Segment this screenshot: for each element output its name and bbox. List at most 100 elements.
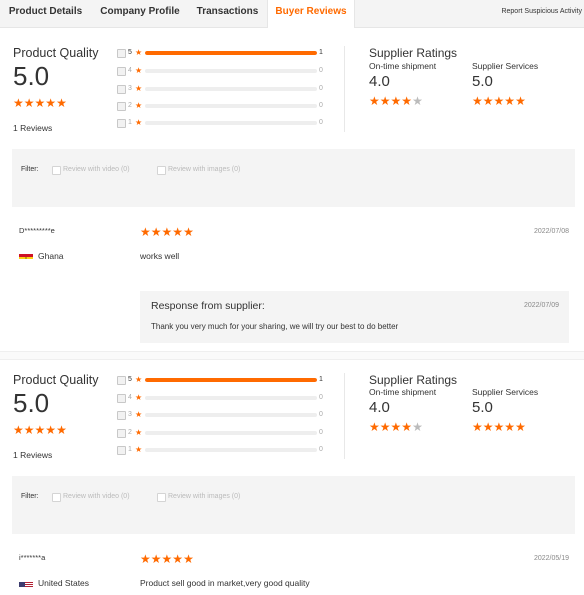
tab-product-details[interactable]: Product Details	[0, 0, 91, 27]
rating-filter-5-star[interactable]: 5 ★ 1	[117, 375, 327, 385]
star-filled-icon: ★	[472, 94, 483, 108]
review-with-video-label[interactable]: Review with video (0)	[63, 166, 130, 173]
star-icon: ★	[135, 428, 143, 437]
reviews-count: 1 Reviews	[13, 450, 53, 460]
star-filled-icon: ★	[13, 96, 24, 110]
review-with-images-label[interactable]: Review with images (0)	[168, 493, 240, 500]
star-level-label: 5	[128, 376, 132, 383]
rating-bar-track	[145, 121, 317, 125]
star-filled-icon: ★	[150, 552, 162, 566]
on-time-shipment-stars: ★★★★★	[369, 420, 423, 434]
review-with-video-checkbox[interactable]	[52, 166, 61, 175]
supplier-services-score: 5.0	[472, 399, 493, 416]
star-filled-icon: ★	[482, 94, 494, 108]
rating-bar-track	[145, 87, 317, 91]
supplier-response: Response from supplier: 2022/07/09 Thank…	[140, 291, 569, 343]
review-with-video-checkbox[interactable]	[52, 493, 61, 502]
product-quality-stars: ★★★★★	[13, 96, 67, 110]
star-filled-icon: ★	[379, 94, 391, 108]
star-icon: ★	[135, 375, 143, 384]
rating-filter-4-star[interactable]: 4 ★ 0	[117, 66, 327, 76]
rating-checkbox[interactable]	[117, 411, 126, 420]
on-time-shipment-label: On-time shipment	[369, 387, 437, 397]
supplier-services-stars: ★★★★★	[472, 94, 526, 108]
star-filled-icon: ★	[161, 552, 173, 566]
star-filled-icon: ★	[13, 423, 24, 437]
review-text: works well	[140, 251, 180, 261]
rating-filter-3-star[interactable]: 3 ★ 0	[117, 84, 327, 94]
rating-bar-track	[145, 448, 317, 452]
rating-filter-5-star[interactable]: 5 ★ 1	[117, 48, 327, 58]
star-filled-icon: ★	[369, 94, 380, 108]
reviewer-country: United States	[38, 578, 90, 588]
supplier-services-label: Supplier Services	[472, 387, 539, 397]
star-level-label: 4	[128, 67, 132, 74]
star-level-label: 1	[128, 119, 132, 126]
star-level-label: 5	[128, 49, 132, 56]
tab-bar: Product Details Company Profile Transact…	[0, 0, 584, 28]
rating-checkbox[interactable]	[117, 119, 126, 128]
rating-filter-3-star[interactable]: 3 ★ 0	[117, 410, 327, 420]
rating-bar-track	[145, 413, 317, 417]
on-time-shipment-score: 4.0	[369, 73, 390, 90]
rating-checkbox[interactable]	[117, 102, 126, 111]
rating-count: 0	[319, 446, 323, 453]
rating-filter-4-star[interactable]: 4 ★ 0	[117, 393, 327, 403]
rating-bar-track	[145, 378, 317, 382]
rating-count: 0	[319, 394, 323, 401]
supplier-services-score: 5.0	[472, 73, 493, 90]
rating-count: 0	[319, 67, 323, 74]
star-level-label: 4	[128, 394, 132, 401]
star-icon: ★	[135, 118, 143, 127]
rating-checkbox[interactable]	[117, 85, 126, 94]
star-level-label: 1	[128, 446, 132, 453]
rating-checkbox[interactable]	[117, 394, 126, 403]
star-icon: ★	[135, 445, 143, 454]
rating-filter-1-star[interactable]: 1 ★ 0	[117, 445, 327, 455]
on-time-shipment-score: 4.0	[369, 399, 390, 416]
star-filled-icon: ★	[140, 225, 151, 239]
product-quality-title: Product Quality	[13, 373, 99, 387]
on-time-shipment-stars: ★★★★★	[369, 94, 423, 108]
product-quality-title: Product Quality	[13, 46, 99, 60]
star-filled-icon: ★	[23, 96, 35, 110]
star-filled-icon: ★	[56, 423, 67, 437]
star-filled-icon: ★	[34, 96, 46, 110]
divider	[344, 46, 345, 132]
reviews-count: 1 Reviews	[13, 123, 53, 133]
rating-filter-1-star[interactable]: 1 ★ 0	[117, 118, 327, 128]
rating-checkbox[interactable]	[117, 376, 126, 385]
review-with-video-label[interactable]: Review with video (0)	[63, 493, 130, 500]
rating-checkbox[interactable]	[117, 67, 126, 76]
star-level-label: 2	[128, 102, 132, 109]
section-divider	[0, 351, 584, 360]
tab-buyer-reviews[interactable]: Buyer Reviews	[267, 0, 355, 28]
review-with-images-label[interactable]: Review with images (0)	[168, 166, 240, 173]
star-icon: ★	[135, 84, 143, 93]
star-filled-icon: ★	[379, 420, 391, 434]
ghana-flag-icon	[19, 250, 33, 259]
on-time-shipment-label: On-time shipment	[369, 61, 437, 71]
tab-company-profile[interactable]: Company Profile	[93, 0, 187, 27]
rating-bar-fill	[145, 51, 317, 55]
review-date: 2022/07/08	[533, 228, 569, 235]
tab-transactions[interactable]: Transactions	[189, 0, 266, 27]
rating-checkbox[interactable]	[117, 49, 126, 58]
supplier-services-stars: ★★★★★	[472, 420, 526, 434]
star-filled-icon: ★	[172, 552, 184, 566]
rating-count: 1	[319, 376, 323, 383]
rating-checkbox[interactable]	[117, 446, 126, 455]
rating-checkbox[interactable]	[117, 429, 126, 438]
review-date: 2022/05/19	[533, 555, 569, 562]
rating-bar-fill	[145, 378, 317, 382]
us-flag-icon	[19, 578, 33, 587]
report-suspicious-activity-link[interactable]: Report Suspicious Activity	[501, 0, 582, 24]
rating-filter-2-star[interactable]: 2 ★ 0	[117, 428, 327, 438]
star-filled-icon: ★	[390, 94, 402, 108]
star-filled-icon: ★	[369, 420, 380, 434]
star-icon: ★	[135, 48, 143, 57]
rating-filter-2-star[interactable]: 2 ★ 0	[117, 101, 327, 111]
rating-count: 0	[319, 102, 323, 109]
review-with-images-checkbox[interactable]	[157, 493, 166, 502]
review-with-images-checkbox[interactable]	[157, 166, 166, 175]
